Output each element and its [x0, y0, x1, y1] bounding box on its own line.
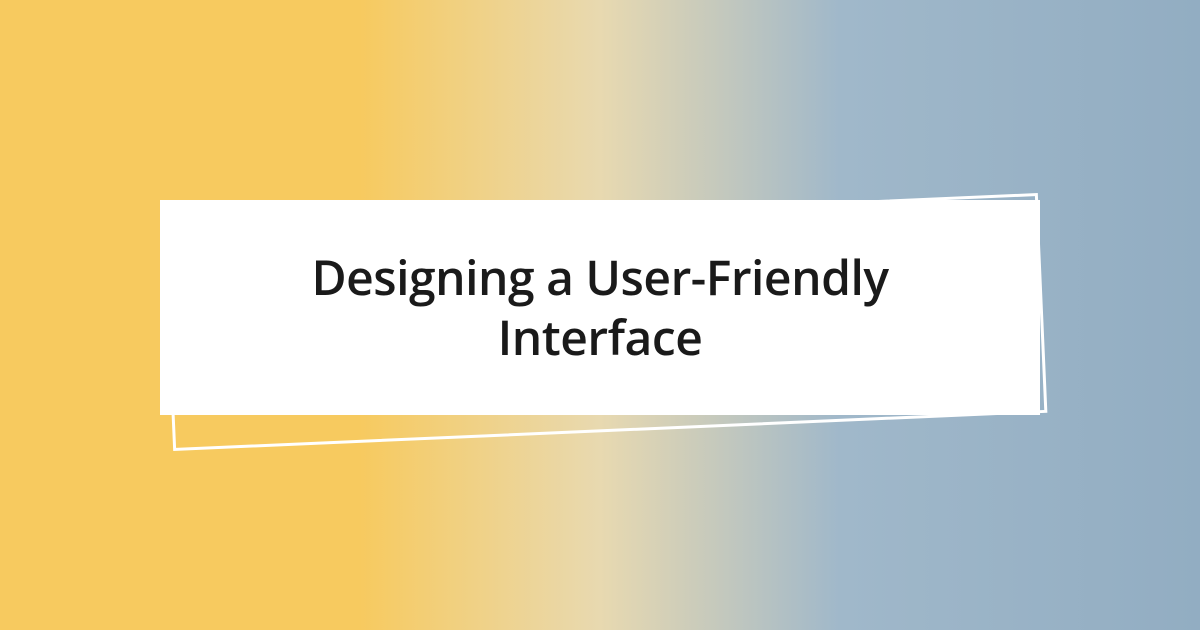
- page-title: Designing a User-Friendly Interface: [220, 248, 980, 368]
- title-card-wrapper: Designing a User-Friendly Interface: [160, 200, 1040, 430]
- title-card: Designing a User-Friendly Interface: [160, 200, 1040, 415]
